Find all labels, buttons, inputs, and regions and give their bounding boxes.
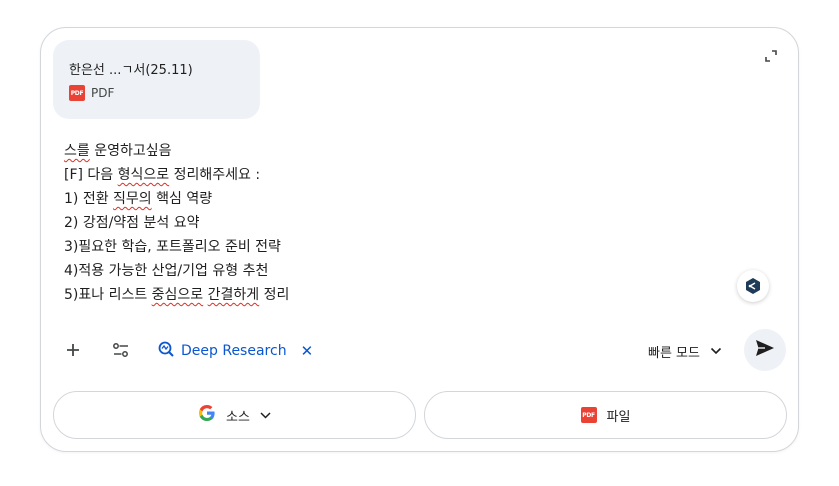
prompt-line-1: 스를 운영하고싶음 (64, 143, 172, 159)
prompt-line-5: 3)필요한 학습, 포트폴리오 준비 전략 (64, 239, 281, 255)
attachment-type: PDF PDF (69, 85, 114, 101)
pdf-icon: PDF (580, 407, 597, 423)
mode-label: 빠른 모드 (648, 346, 700, 361)
file-button[interactable]: PDF 파일 (424, 391, 787, 439)
file-label: 파일 (606, 409, 631, 425)
prompt-line-7: 5)표나 리스트 중심으로 간결하게 정리 (64, 287, 290, 303)
mode-selector[interactable]: 빠른 모드 (648, 342, 722, 361)
expand-icon[interactable] (764, 48, 778, 62)
prompt-text[interactable]: 스를 운영하고싶음 [F] 다음 형식으로 정리해주세요 : 1) 전환 직무의… (64, 139, 704, 307)
send-icon (755, 339, 775, 361)
input-toolbar: Deep Research ✕ 빠른 모드 (41, 328, 798, 372)
deep-research-label: Deep Research (181, 343, 287, 359)
attachment-type-label: PDF (91, 86, 115, 100)
prompt-card: 한은선 ...ㄱ서(25.11) PDF PDF 스를 운영하고싶음 [F] 다… (40, 27, 799, 452)
prompt-line-4: 2) 강점/약점 분석 요약 (64, 215, 200, 231)
chevron-down-icon (710, 344, 722, 359)
source-label: 소스 (226, 409, 250, 425)
prompt-line-2: [F] 다음 형식으로 정리해주세요 : (64, 167, 261, 183)
assistant-icon[interactable] (737, 270, 769, 302)
google-icon (198, 404, 216, 426)
chevron-down-icon (260, 408, 271, 423)
tune-icon[interactable] (111, 340, 131, 360)
add-icon[interactable] (63, 340, 83, 360)
prompt-line-6: 4)적용 가능한 산업/기업 유형 추천 (64, 263, 269, 279)
source-button[interactable]: 소스 (53, 391, 416, 439)
attachment-chip[interactable]: 한은선 ...ㄱ서(25.11) PDF PDF (53, 40, 260, 119)
send-button[interactable] (744, 329, 786, 371)
deep-research-icon (157, 340, 175, 362)
prompt-line-3: 1) 전환 직무의 핵심 역량 (64, 191, 213, 207)
pdf-icon: PDF (69, 85, 85, 101)
deep-research-chip[interactable]: Deep Research ✕ (157, 340, 313, 362)
attachment-name: 한은선 ...ㄱ서(25.11) (69, 63, 193, 78)
close-icon[interactable]: ✕ (301, 342, 314, 360)
